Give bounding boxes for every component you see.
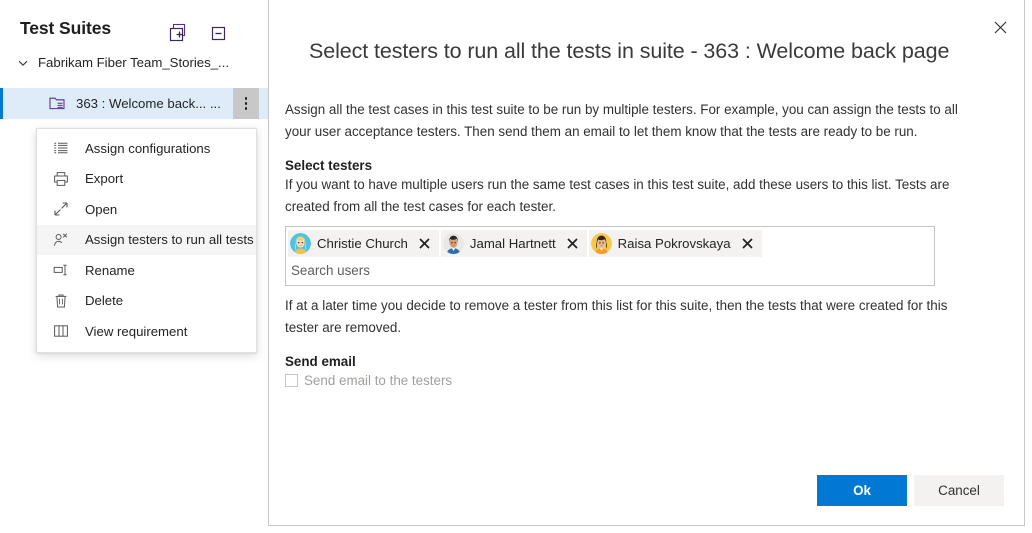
more-actions-vertical-icon[interactable] bbox=[233, 88, 259, 119]
remove-chip-icon[interactable] bbox=[417, 236, 433, 252]
close-icon[interactable] bbox=[983, 10, 1017, 44]
menu-item-label: View requirement bbox=[85, 323, 188, 339]
selected-testers-chips: Christie Church Jamal Hartnett Raisa Pok… bbox=[286, 227, 934, 260]
rename-icon bbox=[48, 262, 74, 278]
menu-item-rename[interactable]: Rename bbox=[37, 255, 256, 286]
dots-glyph bbox=[244, 97, 248, 110]
printer-icon bbox=[48, 171, 74, 187]
select-testers-heading: Select testers bbox=[285, 158, 373, 173]
menu-item-delete[interactable]: Delete bbox=[37, 286, 256, 317]
assign-user-icon bbox=[48, 232, 74, 248]
trash-icon bbox=[48, 293, 74, 309]
tester-chip-name: Jamal Hartnett bbox=[469, 236, 556, 251]
ok-button[interactable]: Ok bbox=[817, 475, 907, 506]
avatar-raisa-pokrovskaya bbox=[590, 233, 612, 254]
tree-item-suite-label: 363 : Welcome back... ... bbox=[76, 96, 221, 111]
panel-title: Test Suites bbox=[20, 17, 111, 38]
tester-chip-name: Raisa Pokrovskaya bbox=[617, 236, 731, 251]
avatar-christie-church bbox=[290, 233, 311, 254]
intro-paragraph: Assign all the test cases in this test s… bbox=[285, 102, 958, 139]
remove-chip-icon[interactable] bbox=[565, 236, 581, 252]
dialog-body: Assign all the test cases in this test s… bbox=[285, 99, 1010, 388]
collapse-all-icon[interactable] bbox=[205, 19, 231, 45]
expand-all-icon[interactable] bbox=[164, 19, 190, 45]
book-requirement-icon bbox=[48, 323, 74, 339]
send-email-checkbox[interactable] bbox=[285, 374, 298, 387]
menu-item-assign-configurations[interactable]: Assign configurations bbox=[37, 133, 256, 164]
tester-chip[interactable]: Christie Church bbox=[288, 230, 439, 257]
tree-item-suite-363[interactable]: 363 : Welcome back... ... bbox=[0, 88, 268, 119]
select-testers-dialog: Select testers to run all the tests in s… bbox=[268, 0, 1025, 526]
select-testers-description: If you want to have multiple users run t… bbox=[285, 177, 950, 214]
menu-item-label: Assign configurations bbox=[85, 140, 211, 156]
tree-item-root-suite[interactable]: Fabrikam Fiber Team_Stories_... bbox=[0, 47, 268, 78]
suite-context-menu: Assign configurations Export Open Assign… bbox=[36, 128, 257, 353]
menu-item-label: Delete bbox=[85, 293, 124, 309]
menu-item-open[interactable]: Open bbox=[37, 194, 256, 225]
send-email-heading: Send email bbox=[285, 354, 356, 369]
menu-item-export[interactable]: Export bbox=[37, 164, 256, 195]
menu-item-label: Rename bbox=[85, 262, 135, 278]
search-users-input[interactable] bbox=[286, 260, 934, 285]
avatar-jamal-hartnett bbox=[442, 233, 464, 254]
menu-item-label: Open bbox=[85, 201, 118, 217]
menu-item-label: Assign testers to run all tests bbox=[85, 232, 254, 248]
cancel-button[interactable]: Cancel bbox=[914, 475, 1004, 506]
chevron-down-icon[interactable] bbox=[12, 57, 34, 69]
menu-item-label: Export bbox=[85, 171, 124, 187]
tester-chip[interactable]: Jamal Hartnett bbox=[440, 230, 587, 257]
menu-item-assign-testers-to-run-all-tests[interactable]: Assign testers to run all tests bbox=[37, 224, 256, 255]
tester-chip[interactable]: Raisa Pokrovskaya bbox=[588, 230, 762, 257]
tree-item-root-label: Fabrikam Fiber Team_Stories_... bbox=[38, 55, 230, 70]
remove-chip-icon[interactable] bbox=[740, 236, 756, 252]
tester-chip-name: Christie Church bbox=[317, 236, 408, 251]
menu-item-view-requirement[interactable]: View requirement bbox=[37, 316, 256, 347]
testers-picker[interactable]: Christie Church Jamal Hartnett Raisa Pok… bbox=[285, 226, 935, 286]
send-email-label: Send email to the testers bbox=[304, 373, 453, 388]
remove-tester-note: If at a later time you decide to remove … bbox=[285, 298, 948, 335]
list-settings-icon bbox=[48, 140, 74, 156]
open-expand-icon bbox=[48, 201, 74, 217]
dialog-title: Select testers to run all the tests in s… bbox=[309, 39, 950, 63]
test-suite-folder-icon bbox=[49, 96, 67, 111]
send-email-checkbox-row[interactable]: Send email to the testers bbox=[285, 373, 1010, 388]
